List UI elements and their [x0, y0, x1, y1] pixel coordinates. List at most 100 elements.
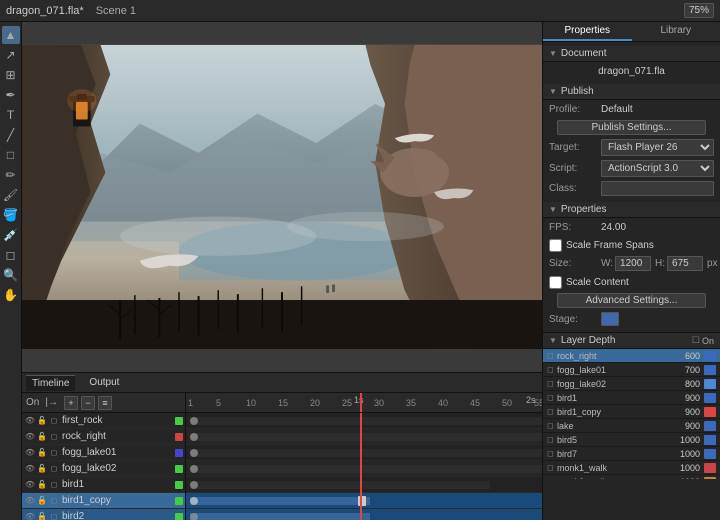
layer-depth-row[interactable]: ◻ rock_right 600: [543, 349, 720, 363]
layers-list: 👁 🔓 ◻ first_rock 👁 🔓 ◻ rock_right: [22, 413, 185, 520]
layer-depth-name: bird5: [557, 435, 662, 445]
layer-depth-name: fogg_lake01: [557, 365, 662, 375]
layer-row[interactable]: 👁 🔓 ◻ fogg_lake01: [22, 445, 185, 461]
layer-depth-icon: ◻: [547, 351, 557, 360]
text-tool[interactable]: T: [2, 106, 20, 124]
target-row: Target: Flash Player 26: [543, 137, 720, 158]
zoom-tool[interactable]: 🔍: [2, 266, 20, 284]
frame-area: 1 5 10 15 20 25 30 35 40 45 50 55: [186, 393, 542, 520]
pen-tool[interactable]: ✒: [2, 86, 20, 104]
layer-depth-value: 1000: [662, 435, 700, 445]
stage-color-label: Stage:: [549, 314, 601, 325]
layer-depth-icon: ◻: [547, 435, 557, 444]
script-dropdown[interactable]: ActionScript 3.0: [601, 160, 714, 177]
publish-settings-row: Publish Settings...: [543, 118, 720, 137]
eyedropper-tool[interactable]: 💉: [2, 226, 20, 244]
layer-depth-row[interactable]: ◻ lake 900: [543, 419, 720, 433]
tab-timeline[interactable]: Timeline: [26, 375, 75, 391]
layer-row[interactable]: 👁 🔓 ◻ first_rock: [22, 413, 185, 429]
filename-row: dragon_071.fla: [543, 62, 720, 80]
add-layer-btn[interactable]: +: [64, 396, 78, 410]
layer-depth-row[interactable]: ◻ monk1_walk 1000: [543, 461, 720, 475]
playhead-line: [360, 413, 362, 520]
stage-area: [22, 22, 542, 372]
tab-library[interactable]: Library: [632, 22, 720, 41]
playhead-marker[interactable]: [360, 393, 362, 413]
layer-row[interactable]: 👁 🔓 ◻ bird1_copy: [22, 493, 185, 509]
line-tool[interactable]: ╱: [2, 126, 20, 144]
right-panel: Properties Library ▼ Document dragon_071…: [542, 22, 720, 520]
layer-on-label: On: [26, 397, 39, 408]
paint-bucket-tool[interactable]: 🪣: [2, 206, 20, 224]
tab-output[interactable]: Output: [83, 375, 125, 390]
transform-tool[interactable]: ⊞: [2, 66, 20, 84]
layer-depth-name: fogg_lake02: [557, 379, 662, 389]
layer-depth-row[interactable]: ◻ bird1_copy 900: [543, 405, 720, 419]
scale-frame-checkbox[interactable]: [549, 239, 562, 252]
layer-row[interactable]: 👁 🔓 ◻ fogg_lake02: [22, 461, 185, 477]
layer-depth-value: 1000: [662, 449, 700, 459]
fps-value: 24.00: [601, 222, 626, 233]
profile-value: Default: [601, 104, 714, 115]
layer-depth-name: monk1_walk: [557, 463, 662, 473]
tab-properties[interactable]: Properties: [543, 22, 632, 41]
properties-section-header[interactable]: ▼ Properties: [543, 202, 720, 218]
publish-section: ▼ Publish Profile: Default Publish Setti…: [543, 84, 720, 198]
publish-section-header[interactable]: ▼ Publish: [543, 84, 720, 100]
advanced-settings-btn[interactable]: Advanced Settings...: [557, 293, 706, 308]
layer-depth-list: ◻ rock_right 600 ◻ fogg_lake01 700 ◻ fog…: [543, 349, 720, 479]
layer-depth-color: [704, 477, 716, 480]
document-section-header[interactable]: ▼ Document: [543, 46, 720, 62]
target-dropdown[interactable]: Flash Player 26: [601, 139, 714, 156]
pencil-tool[interactable]: ✏: [2, 166, 20, 184]
layer-depth-color: [704, 365, 716, 375]
layer-depth-name: bird1: [557, 393, 662, 403]
hand-tool[interactable]: ✋: [2, 286, 20, 304]
select-tool[interactable]: ▲: [2, 26, 20, 44]
layer-depth-row[interactable]: ◻ fogg_lake02 800: [543, 377, 720, 391]
layer-depth-icon: ◻: [547, 463, 557, 472]
brush-tool[interactable]: 🖌: [2, 186, 20, 204]
properties-label: Properties: [561, 204, 607, 215]
timeline-header: Timeline Output: [22, 373, 542, 393]
width-input[interactable]: [615, 256, 651, 271]
rect-tool[interactable]: □: [2, 146, 20, 164]
top-bar: dragon_071.fla* Scene 1 75%: [0, 0, 720, 22]
class-row: Class:: [543, 179, 720, 198]
stage-row: Stage:: [543, 310, 720, 328]
layer-depth-header: ▼ Layer Depth ☐ On: [543, 332, 720, 349]
layer-row[interactable]: 👁 🔓 ◻ rock_right: [22, 429, 185, 445]
delete-layer-btn[interactable]: −: [81, 396, 95, 410]
layer-row[interactable]: 👁 🔓 ◻ bird1: [22, 477, 185, 493]
layer-depth-section: ▼ Layer Depth ☐ On ◻ rock_right 600 ◻ fo…: [543, 332, 720, 479]
layer-options-btn[interactable]: ≡: [98, 396, 112, 410]
layer-depth-row[interactable]: ◻ monk2_walk 1000: [543, 475, 720, 479]
layer-panel: On |→ + − ≡ 👁 🔓 ◻: [22, 393, 186, 520]
eraser-tool[interactable]: ◻: [2, 246, 20, 264]
layer-row[interactable]: 👁 🔓 ◻ bird2: [22, 509, 185, 520]
fps-label: FPS:: [549, 222, 601, 233]
layer-depth-row[interactable]: ◻ fogg_lake01 700: [543, 363, 720, 377]
layer-depth-icon: ◻: [547, 407, 557, 416]
scale-frame-row: Scale Frame Spans: [543, 236, 720, 254]
layer-depth-row[interactable]: ◻ bird7 1000: [543, 447, 720, 461]
publish-settings-btn[interactable]: Publish Settings...: [557, 120, 706, 135]
layer-depth-row[interactable]: ◻ bird5 1000: [543, 433, 720, 447]
target-label: Target:: [549, 142, 601, 153]
document-section: ▼ Document dragon_071.fla: [543, 46, 720, 80]
layer-depth-value: 600: [662, 351, 700, 361]
scale-content-checkbox[interactable]: [549, 276, 562, 289]
layer-depth-color: [704, 421, 716, 431]
height-input[interactable]: [667, 256, 703, 271]
class-input[interactable]: [601, 181, 714, 196]
properties-content: ▼ Document dragon_071.fla ▼ Publish Prof…: [543, 42, 720, 520]
stage-color-swatch[interactable]: [601, 312, 619, 326]
publish-label: Publish: [561, 86, 594, 97]
subselect-tool[interactable]: ↗: [2, 46, 20, 64]
layer-depth-row[interactable]: ◻ bird1 900: [543, 391, 720, 405]
document-label: Document: [561, 48, 607, 59]
layer-depth-icon: ◻: [547, 449, 557, 458]
frames-content: [186, 413, 542, 520]
layer-depth-color: [704, 351, 716, 361]
zoom-level[interactable]: 75%: [684, 3, 714, 18]
